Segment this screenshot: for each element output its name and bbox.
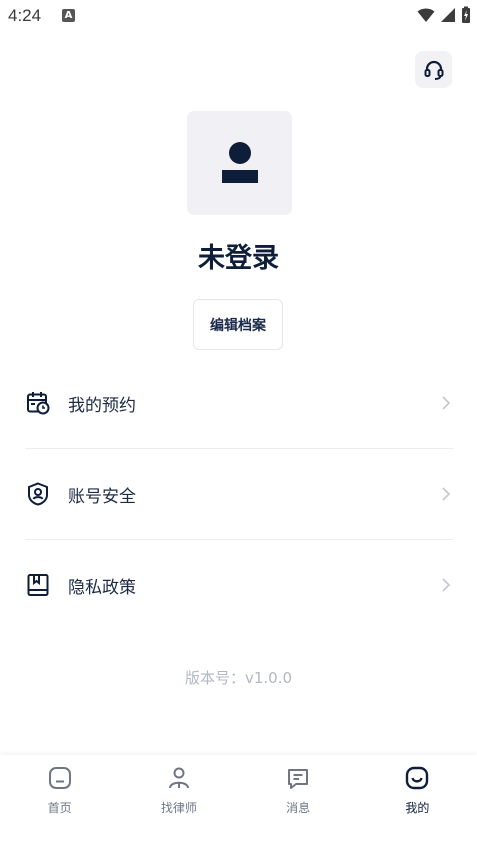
tab-messages[interactable]: 消息 xyxy=(239,755,358,849)
shield-user-icon xyxy=(25,481,51,507)
wifi-icon xyxy=(417,8,435,22)
tab-home[interactable]: 首页 xyxy=(0,755,119,849)
user-icon xyxy=(221,142,258,183)
notification-icon: A xyxy=(62,9,75,22)
signal-icon xyxy=(441,8,455,22)
book-icon xyxy=(25,572,51,598)
home-icon xyxy=(47,765,73,791)
headset-icon xyxy=(424,60,443,80)
chevron-right-icon xyxy=(439,487,453,501)
tab-label: 首页 xyxy=(47,801,72,815)
version-text: 版本号：v1.0.0 xyxy=(184,669,293,687)
chevron-right-icon xyxy=(439,396,453,410)
profile-page: 4:24 A 未登录 编辑档案 我的预约 账号安全 隐私政策 版本号：v1.0.… xyxy=(0,0,477,849)
menu-item-label: 账号安全 xyxy=(68,486,136,507)
edit-profile-button[interactable]: 编辑档案 xyxy=(193,299,283,350)
menu-item-label: 隐私政策 xyxy=(68,577,136,598)
tab-find-lawyer[interactable]: 找律师 xyxy=(119,755,238,849)
status-time: 4:24 xyxy=(8,6,42,25)
bottom-tab-bar: 首页 找律师 消息 我的 xyxy=(0,755,477,849)
menu-item-privacy-policy[interactable]: 隐私政策 xyxy=(25,540,453,630)
tab-mine[interactable]: 我的 xyxy=(358,755,477,849)
battery-icon xyxy=(462,6,470,23)
calendar-clock-icon xyxy=(25,390,51,416)
message-icon xyxy=(285,765,311,791)
person-icon xyxy=(166,765,192,791)
menu-item-account-security[interactable]: 账号安全 xyxy=(25,449,453,540)
menu-item-label: 我的预约 xyxy=(68,395,136,416)
avatar[interactable] xyxy=(187,111,292,215)
menu-item-appointments[interactable]: 我的预约 xyxy=(25,358,453,449)
username: 未登录 xyxy=(198,243,279,274)
settings-menu: 我的预约 账号安全 隐私政策 xyxy=(25,358,453,630)
status-icons xyxy=(417,6,471,24)
tab-label: 找律师 xyxy=(160,801,197,815)
status-bar: 4:24 A xyxy=(0,0,477,34)
smile-icon xyxy=(404,765,430,791)
customer-service-button[interactable] xyxy=(415,51,452,88)
tab-label: 消息 xyxy=(286,801,311,815)
tab-label: 我的 xyxy=(405,801,430,815)
chevron-right-icon xyxy=(439,578,453,592)
